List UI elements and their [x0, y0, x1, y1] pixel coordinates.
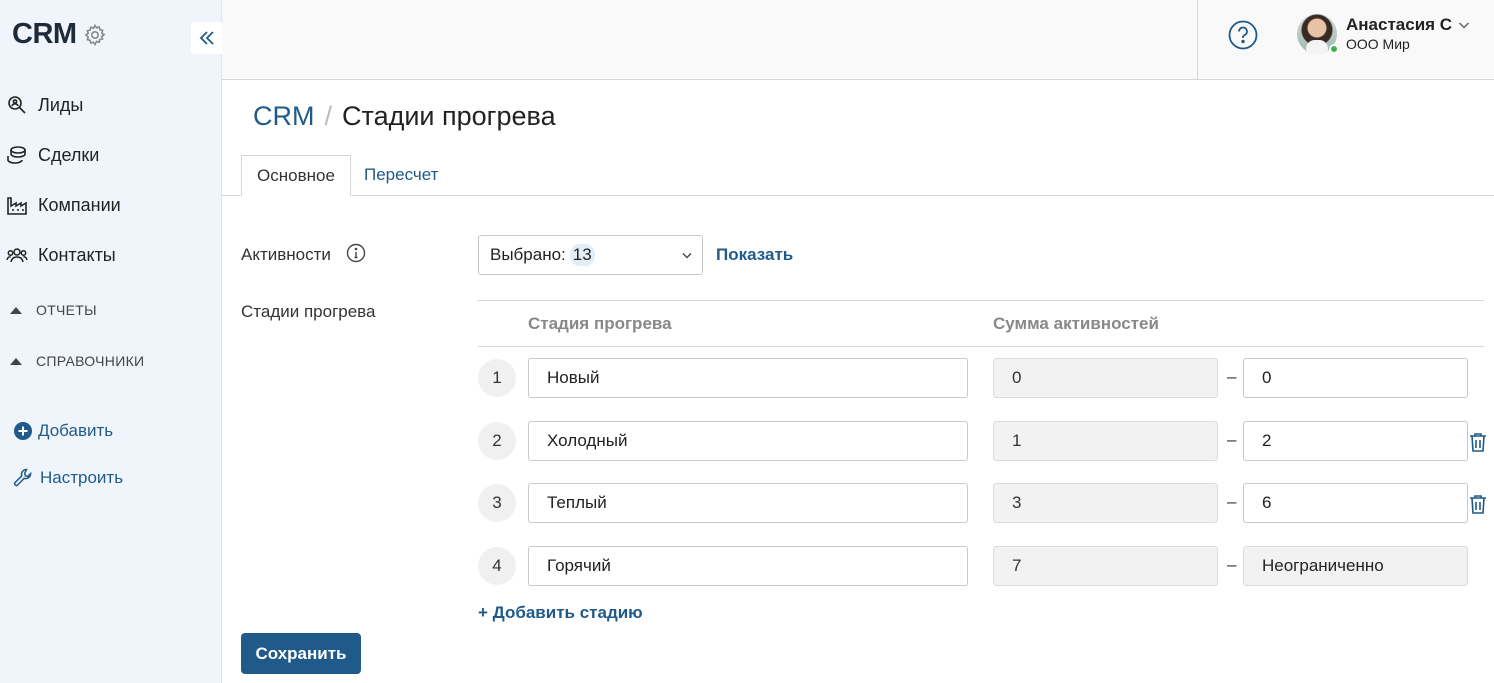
add-stage-link[interactable]: + Добавить стадию: [478, 603, 643, 623]
save-button[interactable]: Сохранить: [241, 633, 361, 674]
column-header-sum: Сумма активностей: [993, 314, 1159, 333]
stage-name-input[interactable]: Теплый: [528, 483, 968, 523]
trash-icon[interactable]: [1468, 493, 1488, 515]
user-name-row: Анастасия С: [1346, 14, 1470, 36]
plus-circle-icon: [14, 422, 32, 440]
selected-count-badge: 13: [569, 244, 595, 266]
activities-label: Активности: [241, 245, 331, 264]
range-to-input[interactable]: 0: [1243, 358, 1468, 398]
user-org: ООО Мир: [1346, 36, 1410, 52]
stages-label: Стадии прогрева: [241, 302, 376, 321]
show-link[interactable]: Показать: [716, 245, 793, 265]
sidebar-item-label: Компании: [38, 194, 121, 215]
breadcrumb: CRM / Стадии прогрева: [253, 101, 556, 132]
stage-number: 3: [478, 484, 516, 522]
collapse-sidebar-button[interactable]: [191, 22, 222, 54]
sidebar-item-label: Сделки: [38, 144, 100, 165]
user-menu[interactable]: Анастасия С ООО Мир: [1297, 14, 1470, 54]
tab-main[interactable]: Основное: [241, 155, 351, 196]
range-to-input[interactable]: 6: [1243, 483, 1468, 523]
range-from-field: 3: [993, 483, 1218, 523]
double-chevron-left-icon: [199, 31, 214, 45]
range-to-field: Неограниченно: [1243, 546, 1468, 586]
avatar: [1297, 14, 1339, 54]
configure-button[interactable]: Настроить: [12, 466, 123, 490]
help-icon[interactable]: [1228, 20, 1258, 50]
activities-label-row: Активности: [241, 243, 366, 265]
tab-bar: Основное Пересчет: [222, 155, 1494, 196]
user-name: Анастасия С: [1346, 15, 1453, 34]
range-from-field: 7: [993, 546, 1218, 586]
trash-icon[interactable]: [1468, 431, 1488, 453]
range-to-input[interactable]: 2: [1243, 421, 1468, 461]
add-button[interactable]: Добавить: [12, 420, 113, 442]
sidebar-item-label: Контакты: [38, 244, 116, 265]
wrench-icon: [13, 468, 32, 487]
divider: [1197, 0, 1198, 80]
stage-name-input[interactable]: Новый: [528, 358, 968, 398]
triangle-up-icon: [10, 306, 22, 314]
sidebar-item-label: Лиды: [38, 94, 84, 115]
section-label: ОТЧЕТЫ: [36, 302, 97, 318]
people-icon: [6, 248, 28, 263]
stage-row: 4 Горячий 7 – Неограниченно: [478, 546, 1494, 586]
page-title: Стадии прогрева: [342, 101, 556, 131]
stage-number: 4: [478, 547, 516, 585]
stage-row: 1 Новый 0 – 0: [478, 358, 1494, 398]
sidebar-item-contacts[interactable]: Контакты: [6, 244, 116, 266]
chevron-down-icon: [682, 253, 692, 259]
stage-number: 2: [478, 422, 516, 460]
table-top-divider: [478, 300, 1484, 301]
gear-icon[interactable]: [83, 23, 107, 47]
activities-select[interactable]: Выбрано: 13: [478, 235, 703, 275]
coins-icon: [7, 146, 26, 164]
factory-icon: [7, 197, 27, 215]
tab-recalculation[interactable]: Пересчет: [364, 155, 438, 196]
configure-label: Настроить: [40, 468, 124, 487]
sidebar-section-directories[interactable]: СПРАВОЧНИКИ: [10, 353, 144, 369]
range-dash: –: [1227, 430, 1237, 449]
sidebar-item-deals[interactable]: Сделки: [6, 144, 99, 166]
column-header-stage: Стадия прогрева: [528, 314, 672, 333]
breadcrumb-root-link[interactable]: CRM: [253, 101, 315, 132]
table-header-divider: [478, 346, 1484, 347]
sidebar-item-companies[interactable]: Компании: [6, 194, 121, 216]
stage-row: 3 Теплый 3 – 6: [478, 483, 1494, 523]
online-status-dot: [1329, 44, 1339, 54]
section-label: СПРАВОЧНИКИ: [36, 353, 145, 369]
range-dash: –: [1227, 492, 1237, 511]
breadcrumb-separator: /: [324, 101, 333, 131]
info-icon[interactable]: [346, 243, 366, 263]
brand-title: CRM: [12, 18, 77, 50]
select-prefix: Выбрано:: [490, 245, 566, 264]
range-from-field: 0: [993, 358, 1218, 398]
chevron-down-icon: [1459, 22, 1470, 29]
sidebar-section-reports[interactable]: ОТЧЕТЫ: [10, 302, 97, 318]
triangle-up-icon: [10, 357, 22, 365]
stage-name-input[interactable]: Горячий: [528, 546, 968, 586]
stage-number: 1: [478, 359, 516, 397]
range-from-field: 1: [993, 421, 1218, 461]
add-label: Добавить: [38, 421, 114, 440]
top-bar: Анастасия С ООО Мир: [222, 0, 1494, 80]
stage-name-input[interactable]: Холодный: [528, 421, 968, 461]
range-dash: –: [1227, 555, 1237, 574]
range-dash: –: [1227, 367, 1237, 386]
search-people-icon: [8, 96, 26, 114]
stage-row: 2 Холодный 1 – 2: [478, 421, 1494, 461]
brand: CRM: [12, 18, 107, 51]
sidebar-item-leads[interactable]: Лиды: [6, 94, 83, 116]
sidebar: CRM Лиды Сделки Компании Контакты ОТЧЕТЫ…: [0, 0, 222, 683]
